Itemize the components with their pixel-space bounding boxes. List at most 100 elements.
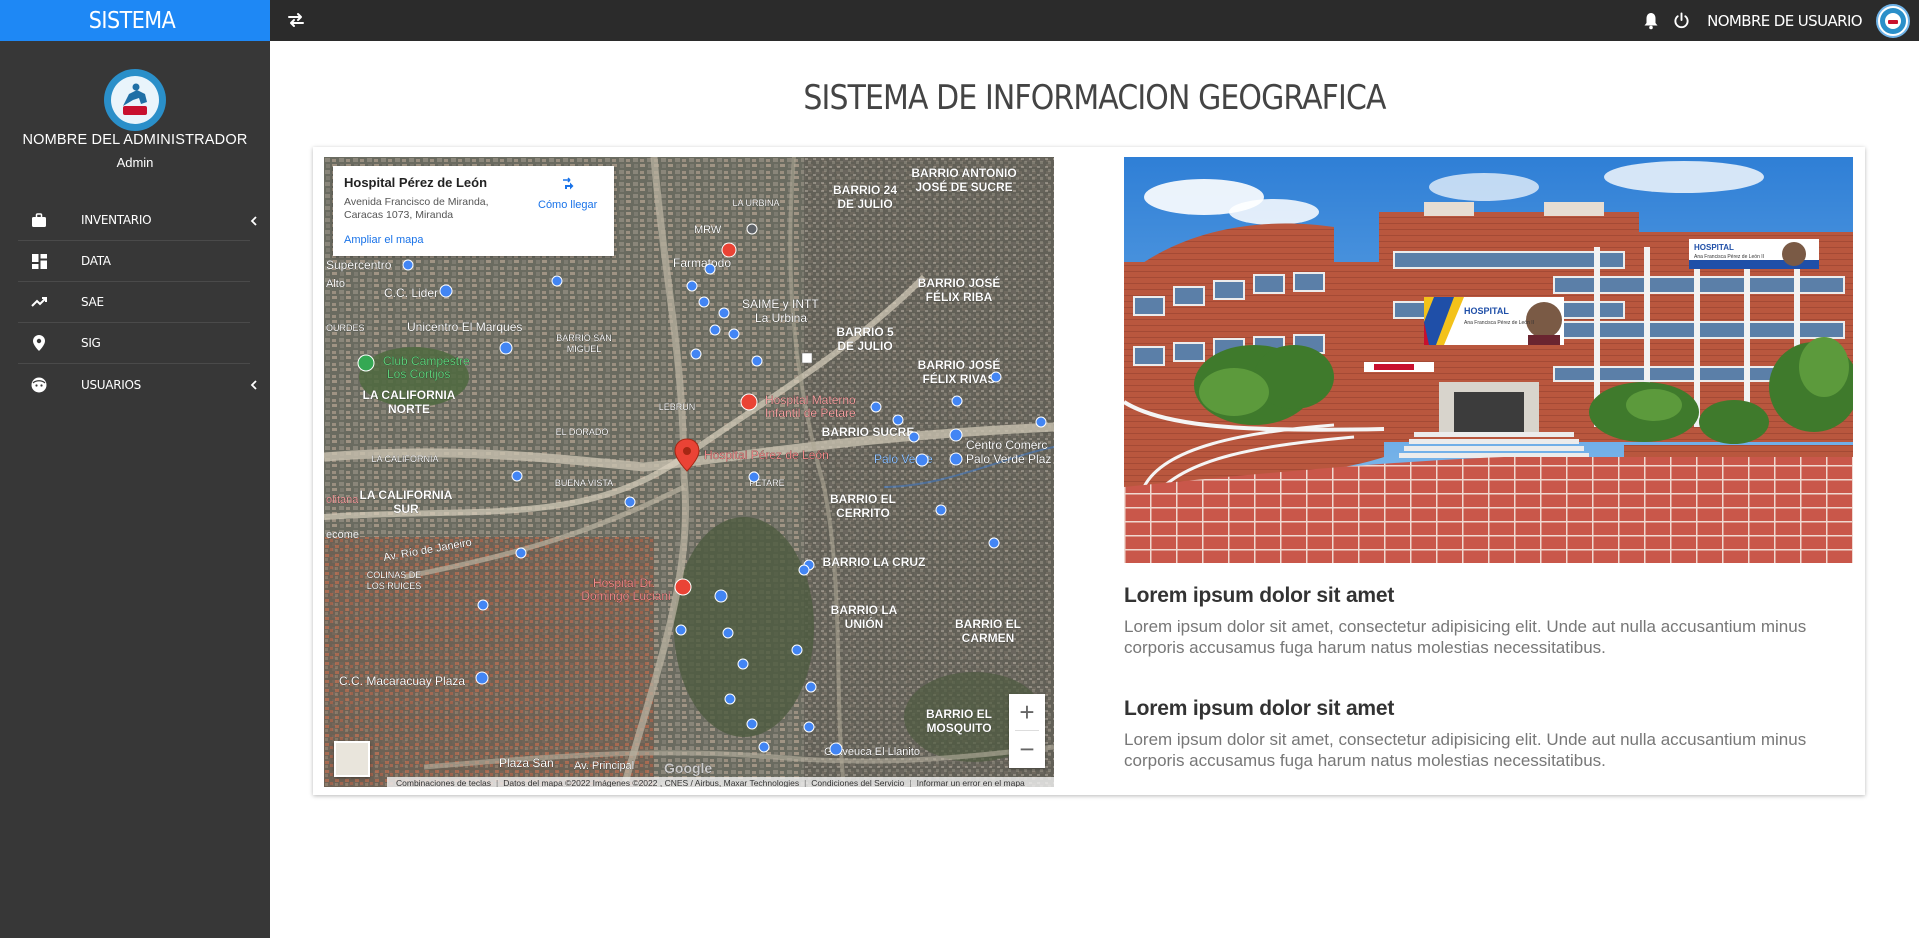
admin-name: NOMBRE DEL ADMINISTRADOR [22,132,248,148]
sidebar-item-label: SIG [81,336,101,350]
map-attribution: Combinaciones de teclas | Datos del mapa… [387,777,1054,787]
section-title: Lorem ipsum dolor sit amet [1124,584,1395,607]
chevron-left-icon [248,214,260,226]
section-title: Lorem ipsum dolor sit amet [1124,697,1395,720]
directions-icon[interactable] [559,176,579,196]
sidebar-item-sae[interactable]: SAE [18,282,250,323]
map-label: LA CALIFORNIA [363,388,456,402]
map-label: BARRIO JOSÉ [918,357,1001,372]
map-label: Farmatodo [673,256,731,270]
power-icon[interactable] [1671,11,1691,31]
map-label: MRW [694,224,722,236]
sidebar-item-sig[interactable]: SIG [18,323,250,364]
map-label: MIGUEL [567,344,602,354]
map-label: BARRIO LA CRUZ [823,555,926,569]
map-label: DE JULIO [837,339,892,353]
map-label: CERRITO [836,506,890,520]
map-embed[interactable]: BARRIO ANTONIO JOSÉ DE SUCRE BARRIO 24 D… [324,157,1054,787]
map-label: BARRIO SAN [556,333,612,343]
map-label: ecome [326,529,359,541]
zoom-in-button[interactable]: + [1009,694,1045,730]
map-label: Los Cortijos [387,367,450,381]
hospital-banner-top: HOSPITAL Ana Francisca Pérez de León II [1689,239,1819,269]
banner-top-title: HOSPITAL [1694,243,1734,252]
report-error-link[interactable]: Informar un error en el mapa [912,778,1030,787]
map-label: MOSQUITO [926,721,991,735]
map-label: BARRIO EL [830,492,896,506]
sidebar-item-label: DATA [81,254,111,268]
banner-main-sub: Ana Francisca Pérez de León II [1464,320,1534,326]
map-label: C.C. Macaracuay Plaza [339,674,465,688]
map-label: FÉLIX RIBA [926,289,993,304]
sidebar-item-data[interactable]: DATA [18,241,250,282]
map-label: C.C. Lider [384,286,438,300]
map-label: OURDES [326,323,365,333]
map-label: BARRIO JOSÉ [918,275,1001,290]
map-label: Club Campestre [383,354,470,368]
top-bar: SISTEMA NOMBRE DE USUARIO [0,0,1919,41]
map-label: Domingo Luciani [581,589,670,603]
briefcase-icon [30,211,48,229]
map-label: Av. Principal [574,760,634,772]
enlarge-map-link[interactable]: Ampliar el mapa [344,234,423,246]
sidebar-item-usuarios[interactable]: USUARIOS [18,364,257,405]
map-label: UNIÓN [845,616,884,631]
sidebar-item-label: SAE [81,295,104,309]
sidebar-item-label: USUARIOS [81,377,141,392]
section-text: Lorem ipsum dolor sit amet, consectetur … [1124,730,1807,770]
map-label: BARRIO SUCRE [822,425,915,439]
bell-icon[interactable] [1641,11,1661,31]
sidebar-item-label: INVENTARIO [81,213,152,227]
sidebar: NOMBRE DEL ADMINISTRADOR Admin INVENTARI… [0,41,270,938]
content-card: BARRIO ANTONIO JOSÉ DE SUCRE BARRIO 24 D… [313,147,1865,795]
map-label: COLINAS DE [367,570,422,580]
section-text: Lorem ipsum dolor sit amet, consectetur … [1124,617,1807,657]
top-bar-actions: NOMBRE DE USUARIO [1641,0,1919,41]
map-label: LEBRUN [659,402,696,412]
map-label: LA CALIFORNIA [371,454,438,464]
map-label: Alto [326,278,345,290]
map-label: EL DORADO [556,427,609,437]
sidebar-menu: INVENTARIO DATA SAE SIG USUARIOS [18,200,257,405]
map-label: LA CALIFORNIA [360,488,453,502]
keyboard-shortcuts-link[interactable]: Combinaciones de teclas [391,778,496,787]
trending-up-icon [30,293,48,311]
face-icon [30,376,48,394]
map-label: NORTE [388,402,430,416]
dashboard-icon [30,252,48,270]
map-label: La Urbina [755,311,807,325]
map-place-address: Avenida Francisco de Miranda, Caracas 10… [344,196,489,221]
sidebar-item-inventario[interactable]: INVENTARIO [18,200,257,241]
map-label: JOSÉ DE SUCRE [915,179,1012,194]
map-layer-toggle[interactable] [334,741,370,777]
map-label: BARRIO EL [955,617,1021,631]
map-data-attribution: Datos del mapa ©2022 Imágenes ©2022 , CN… [503,778,800,787]
map-label: CARMEN [962,631,1015,645]
map-label: BARRIO LA [831,603,898,617]
map-label: olitana [326,494,359,506]
username-link[interactable]: NOMBRE DE USUARIO [1707,12,1863,30]
directions-link[interactable]: Cómo llegar [538,199,597,211]
map-label: Hospital Pérez de León [704,448,829,462]
map-label: Plaza San [499,756,554,770]
map-label: Unicentro El Marques [407,320,522,334]
page-title: SISTEMA DE INFORMACION GEOGRAFICA [803,78,1386,118]
map-label: SAIME y INTT [742,297,819,311]
user-avatar[interactable] [1876,3,1910,38]
map-label: BARRIO 24 [833,183,897,197]
chevron-left-icon [248,378,260,390]
admin-logo [103,68,167,132]
map-label: LA URBINA [732,198,779,208]
map-label: Hospital Dr. [593,576,655,590]
map-pin-icon [30,334,48,352]
map-label: LOS RUICES [367,581,422,591]
terms-link[interactable]: Condiciones del Servicio [806,778,909,787]
map-label: Supercentro [326,258,392,272]
sidebar-toggle-icon[interactable] [284,8,308,32]
map-label: BARRIO EL [926,707,992,721]
hospital-banner-main: HOSPITAL Ana Francisca Pérez de León II [1424,297,1564,345]
zoom-out-button[interactable]: − [1009,731,1045,767]
brand-title[interactable]: SISTEMA [0,0,270,41]
map-label: DE JULIO [837,197,892,211]
google-logo: Google [664,760,712,776]
